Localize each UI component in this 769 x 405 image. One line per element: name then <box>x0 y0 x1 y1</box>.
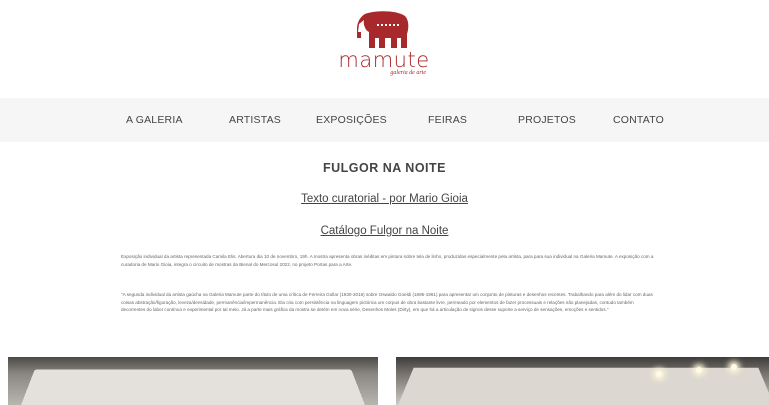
exhibition-description: Exposição individual da artista represen… <box>121 254 654 267</box>
gallery-photo-left[interactable] <box>8 357 378 405</box>
brand-logo[interactable]: mamute galeria de arte <box>334 10 434 90</box>
main-nav: A GALERIA ARTISTAS EXPOSIÇÕES FEIRAS PRO… <box>0 98 769 142</box>
curatorial-text-link-row: Texto curatorial - por Mario Gioia <box>0 193 769 205</box>
page-title: FULGOR NA NOITE <box>322 161 446 175</box>
site-header: mamute galeria de arte <box>0 0 769 98</box>
ceiling-shape <box>20 369 366 405</box>
elephant-icon <box>357 11 409 48</box>
nav-item-projetos[interactable]: PROJETOS <box>518 98 576 142</box>
gallery-photo-right[interactable] <box>396 357 769 405</box>
spotlight <box>696 367 702 373</box>
curatorial-text-link[interactable]: Texto curatorial - por Mario Gioia <box>301 193 468 205</box>
catalog-link-row: Catálogo Fulgor na Noite <box>0 225 769 237</box>
exhibition-quote: "A segunda individual da artista gaúcha … <box>121 292 653 313</box>
nav-item-contato[interactable]: CONTATO <box>613 98 664 142</box>
nav-item-feiras[interactable]: FEIRAS <box>428 98 467 142</box>
ceiling-shape <box>397 367 769 405</box>
brand-name: mamute <box>338 48 430 72</box>
spotlight <box>656 371 662 377</box>
nav-item-artistas[interactable]: ARTISTAS <box>229 98 281 142</box>
nav-item-exposicoes[interactable]: EXPOSIÇÕES <box>316 98 387 142</box>
catalog-link[interactable]: Catálogo Fulgor na Noite <box>321 225 449 237</box>
spotlight <box>731 364 737 370</box>
nav-item-a-galeria[interactable]: A GALERIA <box>126 98 183 142</box>
